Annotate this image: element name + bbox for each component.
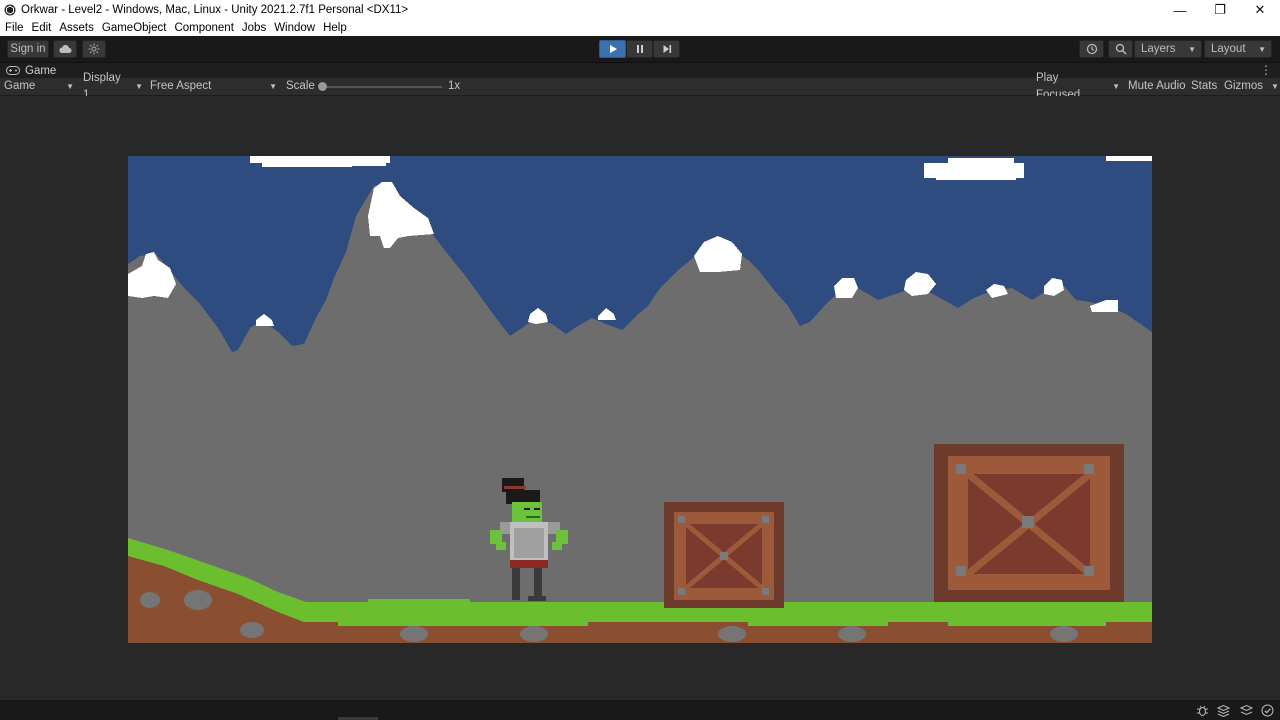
layers-stack-icon[interactable]	[1217, 704, 1230, 717]
menu-gameobject[interactable]: GameObject	[98, 20, 171, 36]
stats-toggle[interactable]: Stats	[1191, 78, 1217, 95]
tab-game-label: Game	[25, 64, 57, 77]
crate-large	[934, 444, 1124, 602]
menu-component[interactable]: Component	[170, 20, 237, 36]
play-focused-dropdown[interactable]: Play Focused ▼	[1036, 72, 1120, 101]
menu-jobs[interactable]: Jobs	[238, 20, 270, 36]
step-icon	[663, 45, 671, 53]
layers-label: Layers	[1141, 43, 1176, 55]
crate-small	[664, 502, 784, 608]
chevron-down-icon: ▼	[66, 82, 74, 91]
close-button[interactable]: ✕	[1240, 0, 1280, 20]
main-toolbar: Sign in Layers ▼ Layout ▼	[0, 36, 1280, 63]
history-icon	[1086, 43, 1097, 55]
scale-slider-thumb[interactable]	[318, 82, 327, 91]
unity-logo-icon	[4, 4, 16, 16]
layers-dropdown[interactable]: Layers ▼	[1134, 40, 1202, 58]
game-viewport[interactable]	[128, 156, 1152, 643]
tab-game[interactable]: Game	[0, 63, 62, 78]
menu-file[interactable]: File	[0, 20, 28, 36]
scale-value: 1x	[448, 80, 461, 92]
chevron-down-icon: ▼	[269, 82, 277, 91]
chevron-down-icon: ▼	[1112, 82, 1120, 91]
cloud-icon	[59, 45, 72, 53]
cloud-button[interactable]	[53, 40, 77, 58]
menu-bar: File Edit Assets GameObject Component Jo…	[0, 20, 1280, 36]
aspect-dropdown[interactable]: Free Aspect ▼	[150, 78, 277, 95]
chevron-down-icon: ▼	[1258, 44, 1266, 54]
check-circle-icon[interactable]	[1261, 704, 1274, 717]
view-mode-label: Game	[4, 80, 36, 92]
scale-slider-track[interactable]	[320, 86, 442, 88]
pause-button[interactable]	[626, 40, 653, 58]
chevron-down-icon: ▼	[1270, 82, 1279, 91]
sign-in-label: Sign in	[10, 43, 46, 55]
panel-menu-icon[interactable]: ⋮	[1260, 63, 1272, 77]
mute-audio-toggle[interactable]: Mute Audio	[1128, 78, 1186, 95]
gamepad-icon	[6, 66, 20, 75]
layout-dropdown[interactable]: Layout ▼	[1204, 40, 1272, 58]
scale-label: Scale	[286, 80, 315, 92]
close-icon: ✕	[1254, 2, 1266, 17]
collab-icon	[88, 43, 100, 55]
step-button[interactable]	[653, 40, 680, 58]
cloud	[1106, 156, 1152, 161]
window-title: Orkwar - Level2 - Windows, Mac, Linux - …	[21, 4, 409, 16]
menu-edit[interactable]: Edit	[28, 20, 56, 36]
display-dropdown[interactable]: Display 1 ▼	[83, 72, 143, 101]
pause-icon	[636, 45, 643, 53]
chevron-down-icon: ▼	[135, 82, 143, 91]
menu-assets[interactable]: Assets	[55, 20, 98, 36]
minimize-button[interactable]: —	[1160, 0, 1200, 20]
layout-label: Layout	[1211, 43, 1246, 55]
view-mode-dropdown[interactable]: Game ▼	[4, 78, 74, 95]
chevron-down-icon: ▼	[1188, 44, 1196, 54]
menu-window[interactable]: Window	[270, 20, 319, 36]
aspect-label: Free Aspect	[150, 80, 212, 92]
search-icon	[1115, 43, 1127, 55]
gizmos-dropdown[interactable]: Gizmos ▼	[1224, 78, 1279, 95]
bug-icon[interactable]	[1196, 704, 1209, 717]
search-button[interactable]	[1108, 40, 1133, 58]
game-scene	[128, 156, 1152, 643]
sign-in-button[interactable]: Sign in	[7, 40, 49, 58]
undo-history-button[interactable]	[1079, 40, 1104, 58]
minimize-icon: —	[1173, 2, 1187, 18]
play-icon	[609, 45, 617, 53]
cache-icon[interactable]	[1240, 704, 1253, 717]
menu-help[interactable]: Help	[319, 20, 351, 36]
play-button[interactable]	[599, 40, 626, 58]
game-view-toolbar: Game ▼ Display 1 ▼ Free Aspect ▼ Scale 1…	[0, 72, 1280, 101]
collab-button[interactable]	[82, 40, 106, 58]
restore-button[interactable]: ❐	[1200, 0, 1240, 20]
window-title-bar: Orkwar - Level2 - Windows, Mac, Linux - …	[0, 0, 1280, 20]
cloud	[250, 156, 390, 167]
restore-icon: ❐	[1214, 2, 1226, 17]
gizmos-label: Gizmos	[1224, 80, 1263, 92]
status-bar	[0, 700, 1280, 720]
